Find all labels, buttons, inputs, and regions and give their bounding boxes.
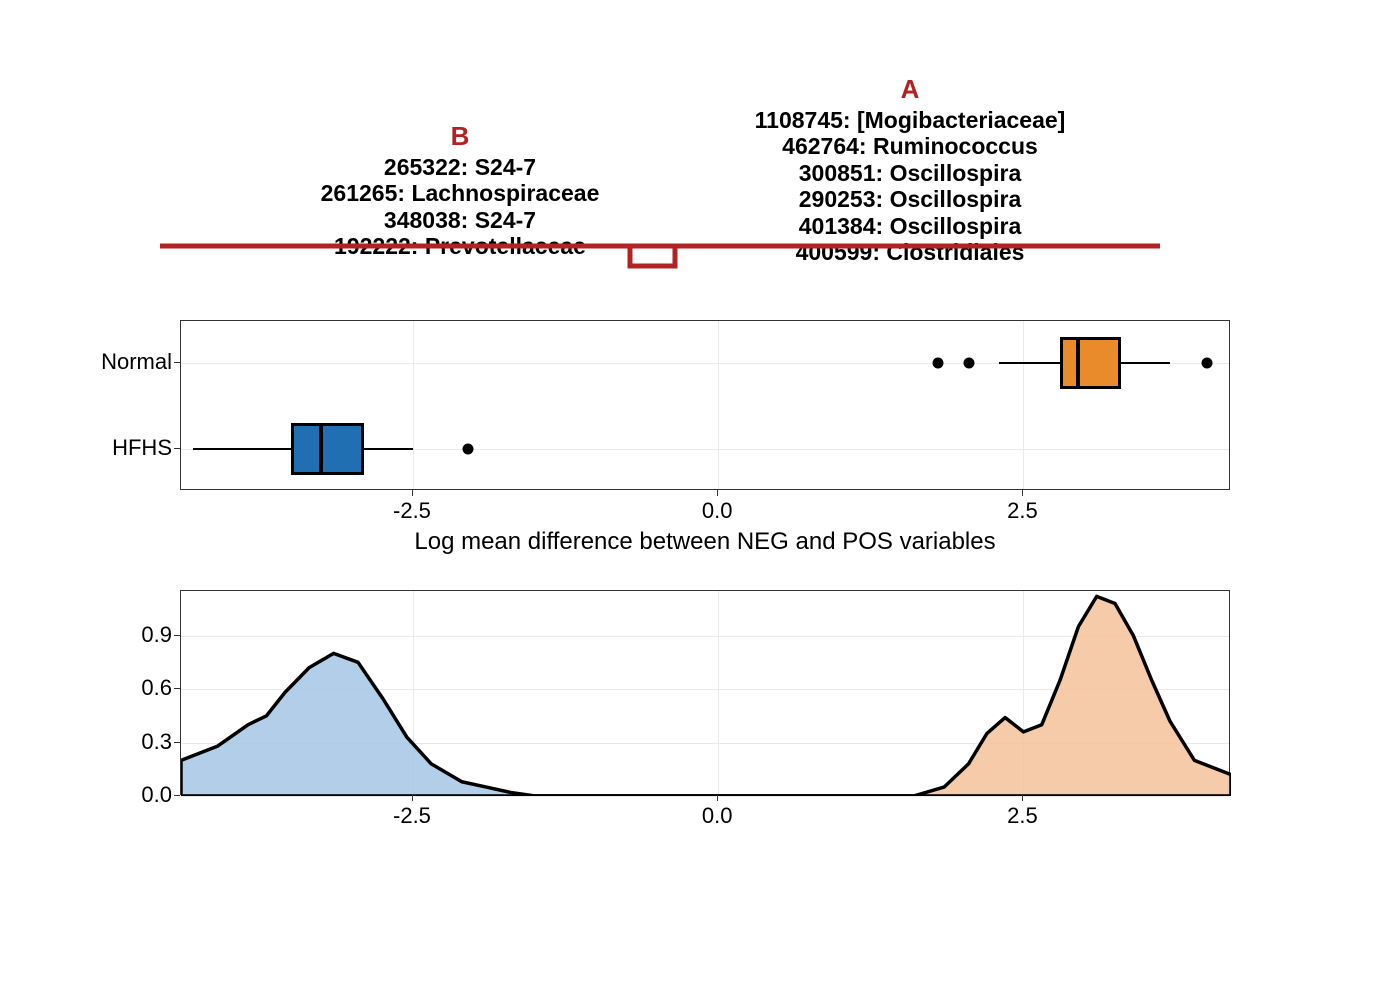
balance-item: 462764: Ruminococcus bbox=[690, 133, 1130, 159]
density-area-fill bbox=[914, 596, 1231, 796]
boxplot-xtick-label: -2.5 bbox=[393, 498, 431, 524]
density-ytick-label: 0.9 bbox=[141, 622, 172, 648]
boxplot-xtick-label: 2.5 bbox=[1007, 498, 1038, 524]
density-area bbox=[180, 590, 1230, 795]
balance-header: B 265322: S24-7261265: Lachnospiraceae34… bbox=[130, 60, 1190, 290]
boxplot-area bbox=[180, 320, 1230, 490]
density-panel: 0.0 0.3 0.6 0.9 -2.5 0.0 2.5 bbox=[130, 590, 1230, 850]
boxplot-outlier bbox=[462, 444, 473, 455]
balance-item: 348038: S24-7 bbox=[270, 207, 650, 233]
balance-item: 261265: Lachnospiraceae bbox=[270, 180, 650, 206]
boxplot-panel: Log mean difference between NEG and POS … bbox=[130, 320, 1230, 530]
balance-item: 265322: S24-7 bbox=[270, 154, 650, 180]
boxplot-xtick-label: 0.0 bbox=[702, 498, 733, 524]
balance-item: 1108745: [Mogibacteriaceae] bbox=[690, 107, 1130, 133]
density-ytick-label: 0.3 bbox=[141, 729, 172, 755]
density-ytick-label: 0.0 bbox=[141, 782, 172, 808]
boxplot-ytick-label: HFHS bbox=[112, 435, 172, 461]
density-area-fill bbox=[181, 653, 535, 796]
balance-item: 401384: Oscillospira bbox=[690, 213, 1130, 239]
boxplot-outlier bbox=[1201, 358, 1212, 369]
boxplot-outlier bbox=[932, 358, 943, 369]
boxplot-box bbox=[1060, 337, 1121, 389]
boxplot-box bbox=[291, 423, 364, 475]
boxplot-ytick-label: Normal bbox=[101, 349, 172, 375]
balance-item: 290253: Oscillospira bbox=[690, 186, 1130, 212]
balance-label-a: A bbox=[690, 75, 1130, 105]
balance-label-b: B bbox=[270, 122, 650, 152]
balance-group-b: B 265322: S24-7261265: Lachnospiraceae34… bbox=[270, 122, 650, 260]
balance-item: 300851: Oscillospira bbox=[690, 160, 1130, 186]
balance-group-a: A 1108745: [Mogibacteriaceae]462764: Rum… bbox=[690, 75, 1130, 266]
density-xtick-label: 2.5 bbox=[1007, 803, 1038, 829]
boxplot-outlier bbox=[963, 358, 974, 369]
density-xtick-label: -2.5 bbox=[393, 803, 431, 829]
balance-beam bbox=[130, 240, 1190, 290]
density-ytick-label: 0.6 bbox=[141, 675, 172, 701]
boxplot-xlabel: Log mean difference between NEG and POS … bbox=[180, 528, 1230, 556]
density-xtick-label: 0.0 bbox=[702, 803, 733, 829]
